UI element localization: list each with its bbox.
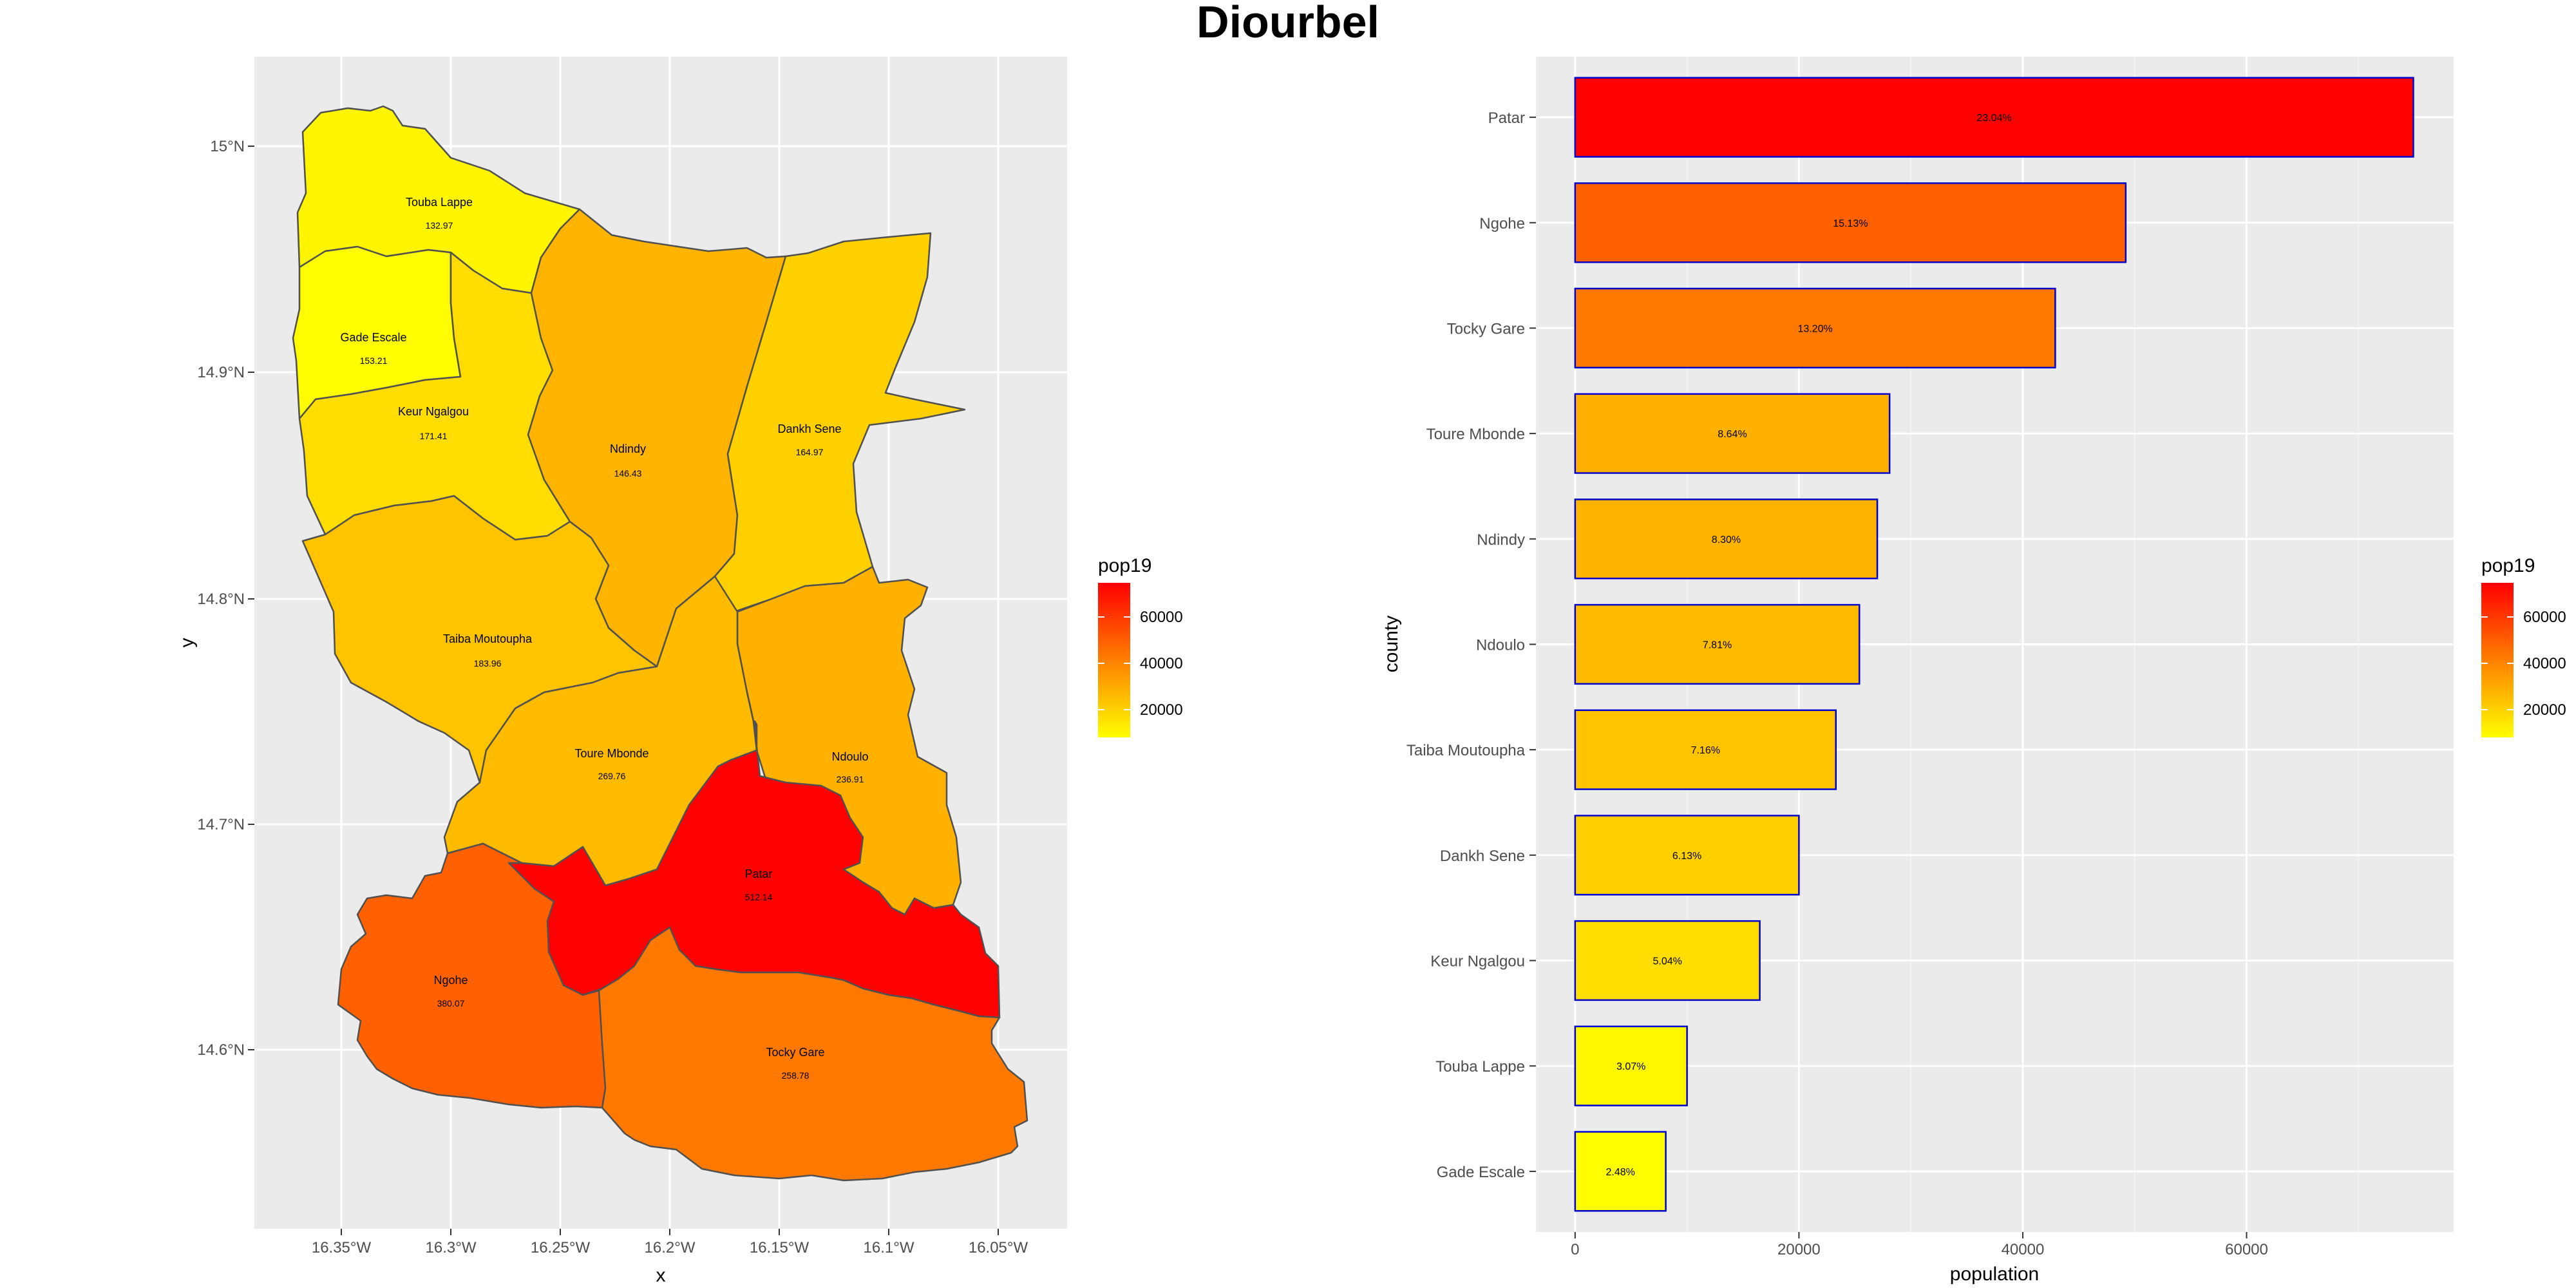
bar-data-label: 6.13% — [1672, 851, 1701, 862]
category-tick-label: Gade Escale — [1437, 1164, 1525, 1181]
region-name-label: Toure Mbonde — [574, 747, 649, 760]
x-tick-label: 16.15°W — [750, 1239, 810, 1256]
x-tick-label: 16.2°W — [645, 1239, 696, 1256]
bar-legend: pop19 20000 40000 60000 — [2481, 555, 2566, 737]
category-tick-label: Dankh Sene — [1440, 848, 1525, 865]
region-name-label: Patar — [744, 867, 772, 880]
region-name-label: Taiba Moutoupha — [443, 632, 533, 645]
legend-color-bar — [1098, 583, 1130, 737]
legend-tick-label: 40000 — [1140, 655, 1183, 672]
x-tick-label: 40000 — [2002, 1241, 2045, 1258]
bar-data-label: 7.16% — [1691, 745, 1720, 756]
legend-title: pop19 — [1098, 555, 1151, 576]
region-value-label: 258.78 — [782, 1070, 810, 1081]
figure: Diourbel Touba Lappe 132.97 Gade Escale … — [176, 0, 2566, 1286]
x-tick-label: 60000 — [2225, 1241, 2268, 1258]
bar-data-label: 8.64% — [1718, 429, 1747, 440]
region-value-label: 171.41 — [420, 431, 448, 441]
bar-data-label: 2.48% — [1606, 1167, 1635, 1178]
y-axis-title: y — [176, 638, 198, 648]
x-tick-label: 16.1°W — [864, 1239, 914, 1256]
bar-data-label: 13.20% — [1797, 323, 1832, 334]
region-name-label: Dankh Sene — [777, 422, 841, 435]
category-tick-label: Taiba Moutoupha — [1406, 742, 1526, 759]
region-name-label: Touba Lappe — [406, 196, 473, 209]
region-name-label: Keur Ngalgou — [398, 405, 469, 418]
x-axis-title: population — [1950, 1264, 2039, 1285]
region-name-label: Ndoulo — [831, 750, 868, 763]
legend-tick-label: 20000 — [1140, 701, 1183, 719]
legend-tick-label: 20000 — [2523, 701, 2566, 719]
bar-data-label: 7.81% — [1703, 640, 1732, 651]
category-tick-label: Ndoulo — [1476, 637, 1525, 654]
category-tick-label: Patar — [1488, 109, 1525, 127]
region-name-label: Ndindy — [610, 442, 646, 455]
bar-x-ticks: 0 20000 40000 60000 — [1571, 1232, 2268, 1258]
region-value-label: 380.07 — [437, 998, 465, 1009]
x-tick-label: 20000 — [1777, 1241, 1821, 1258]
region-value-label: 153.21 — [360, 355, 388, 366]
category-tick-label: Ndindy — [1477, 531, 1525, 549]
category-tick-label: Toure Mbonde — [1426, 426, 1525, 443]
legend-title: pop19 — [2481, 555, 2535, 576]
x-tick-label: 16.3°W — [426, 1239, 477, 1256]
map-legend: pop19 20000 40000 60000 — [1098, 555, 1183, 737]
bar-data-label: 8.30% — [1712, 535, 1741, 545]
region-name-label: Ngohe — [433, 974, 468, 987]
x-tick-label: 16.05°W — [969, 1239, 1028, 1256]
bar-data-label: 15.13% — [1833, 218, 1868, 229]
category-tick-label: Keur Ngalgou — [1430, 953, 1525, 971]
legend-tick-label: 60000 — [1140, 609, 1183, 626]
region-name-label: Gade Escale — [340, 331, 406, 344]
x-axis-title: x — [656, 1265, 666, 1286]
y-tick-label: 15°N — [210, 138, 245, 155]
y-tick-label: 14.6°N — [197, 1041, 245, 1059]
category-tick-label: Ngohe — [1479, 215, 1525, 232]
region-name-label: Tocky Gare — [766, 1046, 824, 1059]
category-tick-label: Tocky Gare — [1447, 320, 1525, 337]
bar-chart: 23.04% 15.13% 13.20% 8.64% 8.30% 7.81% 7.16% 6.… — [1381, 57, 2566, 1285]
y-tick-label: 14.9°N — [197, 364, 245, 381]
bar-category-labels: Patar Ngohe Tocky Gare Toure Mbonde Ndindy Nd… — [1406, 109, 1536, 1181]
region-value-label: 132.97 — [426, 220, 453, 231]
region-value-label: 512.14 — [745, 892, 773, 902]
map-chart: Touba Lappe 132.97 Gade Escale 153.21 Ke… — [176, 57, 1183, 1286]
region-value-label: 236.91 — [837, 774, 864, 784]
figure-title: Diourbel — [1197, 0, 1379, 47]
bar-data-label: 23.04% — [1976, 113, 2011, 124]
y-tick-label: 14.8°N — [197, 591, 245, 608]
x-tick-label: 0 — [1571, 1241, 1579, 1258]
region-value-label: 164.97 — [796, 447, 824, 457]
legend-color-bar — [2481, 583, 2514, 737]
region-value-label: 146.43 — [614, 468, 642, 478]
region-value-label: 183.96 — [474, 658, 502, 668]
bar-data-label: 3.07% — [1616, 1061, 1645, 1072]
legend-tick-label: 60000 — [2523, 609, 2566, 626]
x-tick-label: 16.25°W — [531, 1239, 591, 1256]
y-axis-title: county — [1381, 616, 1402, 672]
y-tick-label: 14.7°N — [197, 816, 245, 833]
x-tick-label: 16.35°W — [312, 1239, 372, 1256]
region-value-label: 269.76 — [598, 771, 626, 781]
category-tick-label: Touba Lappe — [1435, 1058, 1525, 1075]
legend-tick-label: 40000 — [2523, 655, 2566, 672]
bar-data-label: 5.04% — [1653, 956, 1682, 967]
